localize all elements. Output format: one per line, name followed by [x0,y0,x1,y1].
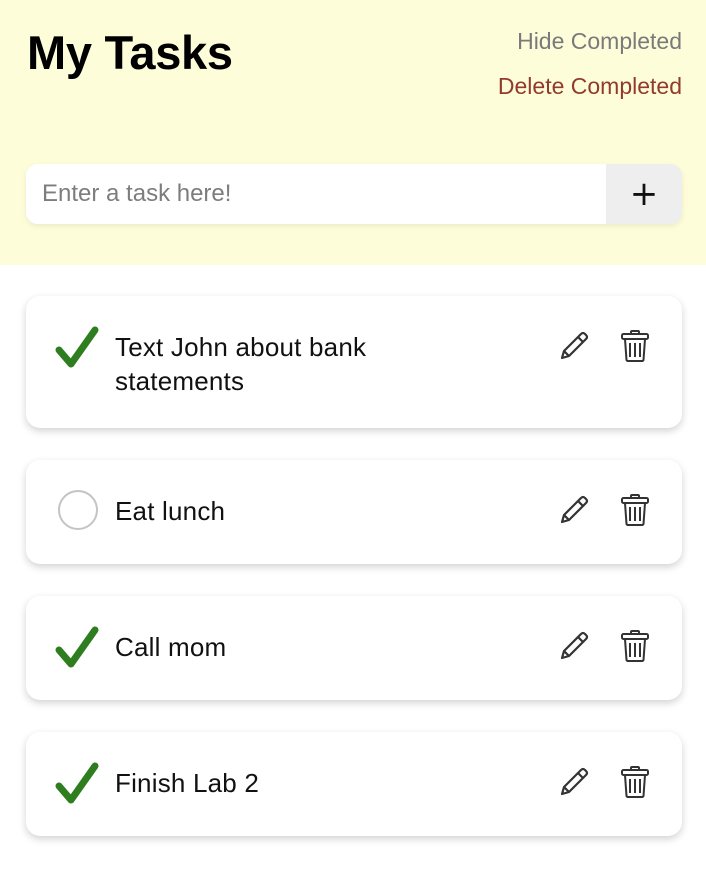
add-task-form: + [26,164,682,224]
page-title: My Tasks [27,26,233,79]
task-toggle[interactable] [54,623,104,673]
task-list: Text John about bank statements Eat lunc… [26,296,682,868]
pencil-icon [560,767,589,796]
delete-task-button[interactable] [617,764,653,800]
delete-task-button[interactable] [617,628,653,664]
delete-task-button[interactable] [617,328,653,364]
checkmark-icon [55,626,99,668]
edit-task-button[interactable] [556,328,592,364]
task-toggle[interactable] [54,487,104,537]
header-panel: My Tasks Hide Completed Delete Completed… [0,0,706,265]
task-item: Text John about bank statements [26,296,682,428]
pencil-icon [560,631,589,660]
task-text: Call mom [115,632,227,662]
task-toggle[interactable] [54,759,104,809]
trash-icon [621,630,649,662]
task-text: Eat lunch [115,496,226,526]
task-item: Eat lunch [26,460,682,564]
empty-circle-icon [58,490,98,530]
pencil-icon [560,495,589,524]
add-task-button[interactable]: + [606,164,682,224]
task-text: Text John about bank statements [115,332,367,396]
hide-completed-button[interactable]: Hide Completed [517,27,682,55]
task-item: Call mom [26,596,682,700]
task-input[interactable] [26,164,606,224]
checkmark-icon [55,326,99,368]
delete-task-button[interactable] [617,492,653,528]
trash-icon [621,330,649,362]
trash-icon [621,494,649,526]
task-toggle[interactable] [54,323,104,373]
edit-task-button[interactable] [556,628,592,664]
task-text: Finish Lab 2 [115,768,260,798]
delete-completed-button[interactable]: Delete Completed [498,72,682,100]
trash-icon [621,766,649,798]
edit-task-button[interactable] [556,764,592,800]
edit-task-button[interactable] [556,492,592,528]
pencil-icon [560,331,589,360]
checkmark-icon [55,762,99,804]
task-item: Finish Lab 2 [26,732,682,836]
